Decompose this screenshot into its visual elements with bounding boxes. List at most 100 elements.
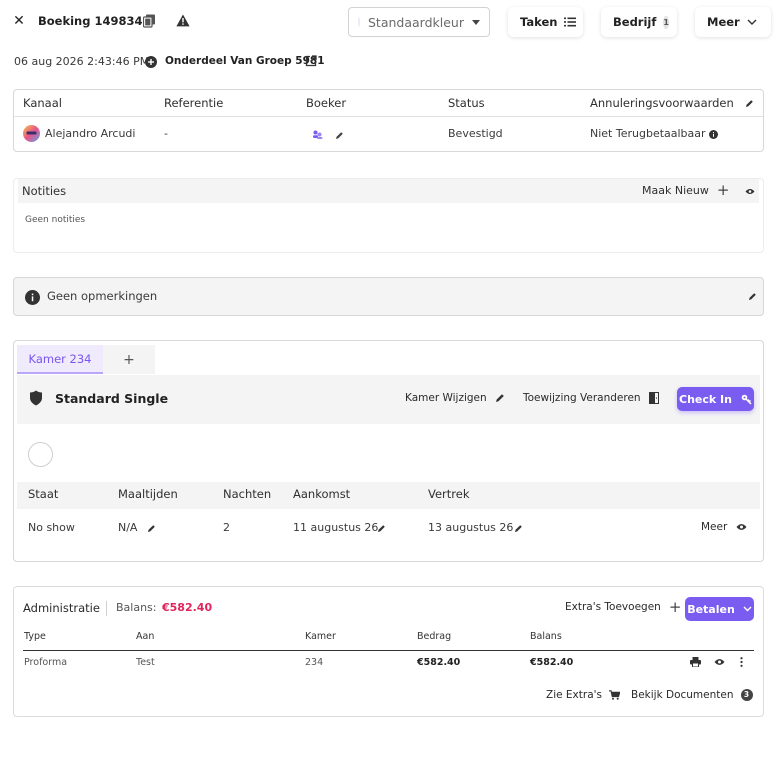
meer-button[interactable]: Meer [695,7,771,37]
notes-title: Notities [22,184,67,198]
edit-arrival-pencil-icon[interactable] [377,524,386,533]
header-status: Status [448,96,485,110]
staat-value: No show [28,521,75,534]
chevron-down-icon [743,606,752,612]
check-in-button[interactable]: Check In [677,387,754,411]
warning-icon[interactable] [176,14,190,27]
remarks-text: Geen opmerkingen [47,289,158,303]
room-type: Standard Single [55,391,169,406]
stay-more-button[interactable]: Meer [701,521,747,533]
maaltijden-value: N/A [118,521,138,534]
status-value: Bevestigd [448,127,503,140]
external-link-icon[interactable] [305,55,317,67]
vertrek-value: 13 augustus 26 [428,521,514,534]
nachten-value: 2 [223,521,230,534]
notes-card: Notities Maak Nieuw + Geen notities [13,178,764,253]
key-icon [741,394,752,405]
color-select-value: Standaardkleur [368,14,464,30]
edit-remarks-pencil-icon[interactable] [748,292,757,301]
header-annulering: Annuleringsvoorwaarden [590,96,734,110]
row-type: Proforma [24,657,68,668]
bedrijf-count-badge: 1 [663,15,669,29]
eye-icon [736,523,747,531]
documents-count-badge: 3 [740,689,753,701]
view-documents-label: Bekijk Documenten [631,689,734,701]
taken-label: Taken [520,15,558,29]
chevron-down-icon [747,19,757,25]
change-assignment-label: Toewijzing Veranderen [523,392,641,404]
list-icon [564,17,577,27]
color-swatch [358,17,360,27]
header-staat: Staat [28,487,59,501]
table-divider [23,650,754,651]
add-extras-label: Extra's Toevoegen [565,601,661,613]
edit-booker-pencil-icon[interactable] [335,131,344,140]
taken-button[interactable]: Taken [508,7,583,37]
pencil-icon [495,393,505,403]
header-boeker: Boeker [306,96,347,110]
plus-icon: + [668,598,682,616]
new-note-label: Maak Nieuw [642,183,709,197]
table-divider [14,116,763,117]
eye-icon[interactable] [714,658,725,666]
header-vertrek: Vertrek [428,487,470,501]
avatar [23,125,40,142]
admin-divider [106,601,107,616]
notes-empty-text: Geen notities [25,215,86,225]
header-balans: Balans [530,631,562,642]
row-bedrag: €582.40 [417,657,461,668]
room-header: Standard Single Kamer Wijzigen Toewijzin… [17,375,760,424]
room-card: Kamer 234 + Standard Single Kamer Wijzig… [13,340,764,562]
header-kanaal: Kanaal [23,96,62,110]
shield-icon [29,390,43,406]
door-icon [648,392,659,404]
edit-meals-pencil-icon[interactable] [147,524,156,533]
stay-more-label: Meer [701,521,728,533]
change-room-label: Kamer Wijzigen [405,392,487,404]
pay-label: Betalen [687,602,735,616]
change-room-button[interactable]: Kamer Wijzigen [405,392,505,404]
booking-info-card: Kanaal Referentie Boeker Status Annuleri… [13,89,764,152]
more-vertical-icon[interactable] [740,657,743,667]
add-extras-button[interactable]: Extra's Toevoegen + [565,598,682,616]
header-bedrag: Bedrag [417,631,452,642]
header-nachten: Nachten [223,487,272,501]
view-documents-button[interactable]: Bekijk Documenten 3 [631,689,753,701]
eye-icon[interactable] [745,188,755,195]
edit-departure-pencil-icon[interactable] [514,524,523,533]
see-extras-button[interactable]: Zie Extra's [546,689,620,701]
header-kamer: Kamer [305,631,336,642]
plus-icon: + [716,181,730,199]
plus-circle-icon[interactable] [145,56,157,68]
meer-label: Meer [707,15,740,29]
see-extras-label: Zie Extra's [546,689,602,701]
kanaal-value: Alejandro Arcudi [45,127,136,140]
info-icon[interactable] [709,130,718,139]
group-link[interactable]: Onderdeel Van Groep 5981 [165,55,325,67]
color-select[interactable]: Standaardkleur [348,7,490,37]
add-room-tab[interactable]: + [103,345,155,374]
copy-icon[interactable] [143,14,156,28]
edit-pencil-icon[interactable] [745,99,754,108]
booker-users-icon[interactable] [312,130,323,139]
header-maaltijden: Maaltijden [118,487,178,501]
header-referentie: Referentie [164,96,224,110]
row-kamer: 234 [305,657,324,668]
bedrijf-button[interactable]: Bedrijf 1 [601,7,677,37]
change-assignment-button[interactable]: Toewijzing Veranderen [523,392,659,404]
admin-card: Administratie Balans: €582.40 Extra's To… [13,586,764,717]
pay-button[interactable]: Betalen [685,597,754,621]
booking-datetime: 06 aug 2026 2:43:46 PM [14,55,150,68]
new-note-button[interactable]: Maak Nieuw + [642,181,730,199]
balance-value: €582.40 [162,601,213,614]
cart-icon [608,690,620,700]
check-in-label: Check In [679,392,732,406]
referentie-value: - [164,127,168,140]
page-title: Boeking 1498346 [38,14,151,28]
tab-kamer-234[interactable]: Kamer 234 [17,345,103,374]
row-aan: Test [136,657,155,668]
room-status-circle[interactable] [28,442,53,467]
bedrijf-label: Bedrijf [613,15,657,29]
close-icon[interactable]: ✕ [10,12,28,30]
print-icon[interactable] [690,657,701,667]
